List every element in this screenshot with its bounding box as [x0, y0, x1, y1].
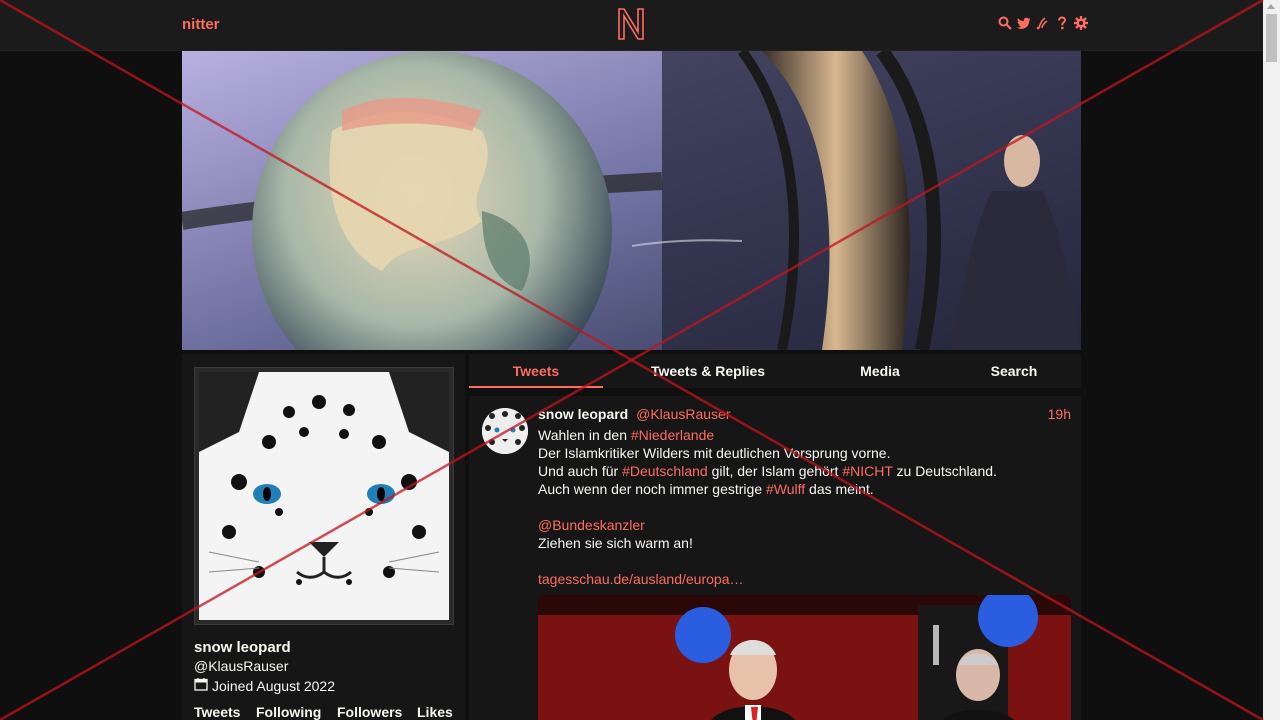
- tab-tweets-replies[interactable]: Tweets & Replies: [637, 354, 779, 388]
- profile-banner[interactable]: [182, 51, 1081, 350]
- tweet-avatar[interactable]: [482, 408, 528, 454]
- calendar-icon: [194, 677, 208, 694]
- brand-link[interactable]: nitter: [182, 16, 220, 33]
- nitter-logo[interactable]: [615, 6, 647, 42]
- stat-followers[interactable]: Followers: [337, 704, 417, 720]
- twitter-icon[interactable]: [1017, 16, 1031, 30]
- tweet-link[interactable]: tagesschau.de/ausland/europa…: [538, 571, 743, 587]
- tweet-link[interactable]: #Wulff: [766, 481, 805, 497]
- tweet-line: Auch wenn der noch immer gestrige #Wulff…: [538, 480, 1068, 498]
- tweet-text: Wahlen in den: [538, 427, 631, 443]
- stat-tweets[interactable]: Tweets: [194, 704, 256, 720]
- tweet-author-name[interactable]: snow leopard: [538, 406, 628, 422]
- search-icon[interactable]: [998, 16, 1012, 30]
- tweet-line: Der Islamkritiker Wilders mit deutlichen…: [538, 444, 1068, 462]
- tweet-link[interactable]: @Bundeskanzler: [538, 517, 645, 533]
- tweet-line: [538, 498, 1068, 516]
- tweet-link[interactable]: #Niederlande: [631, 427, 714, 443]
- tweet-card[interactable]: snow leopard @KlausRauser 19h Wahlen in …: [469, 396, 1081, 720]
- tweet-line: [538, 552, 1068, 570]
- rss-icon[interactable]: [1036, 16, 1050, 30]
- profile-handle[interactable]: @KlausRauser: [194, 658, 288, 674]
- tweet-media-image[interactable]: [538, 595, 1071, 720]
- scroll-up-arrow-icon[interactable]: [1267, 4, 1275, 9]
- profile-card: snow leopard @KlausRauser Joined August …: [182, 354, 465, 720]
- tweet-author-handle[interactable]: @KlausRauser: [636, 406, 730, 422]
- stat-following[interactable]: Following: [256, 704, 337, 720]
- snow-leopard-avatar-image: [199, 372, 449, 620]
- tweet-body: Wahlen in den #Niederlande Der Islamkriti…: [538, 426, 1068, 588]
- tab-tweets[interactable]: Tweets: [469, 354, 603, 388]
- tab-search[interactable]: Search: [971, 354, 1057, 388]
- nav-icons: [998, 16, 1088, 30]
- tweet-text: Und auch für: [538, 463, 623, 479]
- tweet-text: zu Deutschland.: [892, 463, 997, 479]
- navbar: nitter: [0, 0, 1263, 51]
- stat-likes[interactable]: Likes: [417, 704, 453, 720]
- tweet-link[interactable]: #NICHT: [842, 463, 892, 479]
- profile-name[interactable]: snow leopard: [194, 639, 291, 656]
- tweet-header: snow leopard @KlausRauser: [538, 406, 731, 422]
- tweet-timestamp[interactable]: 19h: [1048, 406, 1071, 422]
- timeline-tabs: Tweets Tweets & Replies Media Search: [469, 354, 1081, 388]
- help-icon[interactable]: [1055, 16, 1069, 30]
- tweet-line: tagesschau.de/ausland/europa…: [538, 570, 1068, 588]
- tweet-line: Wahlen in den #Niederlande: [538, 426, 1068, 444]
- profile-joined: Joined August 2022: [194, 677, 335, 694]
- tweet-link[interactable]: #Deutschland: [622, 463, 708, 479]
- tweet-text: das meint.: [805, 481, 874, 497]
- profile-stats: Tweets Following Followers Likes: [194, 704, 453, 720]
- tweet-line: Und auch für #Deutschland gilt, der Isla…: [538, 462, 1068, 480]
- page-scrollbar[interactable]: [1263, 0, 1280, 720]
- tweet-line: Ziehen sie sich warm an!: [538, 534, 1068, 552]
- scroll-thumb[interactable]: [1266, 14, 1277, 62]
- joined-text: Joined August 2022: [212, 677, 335, 694]
- tweet-line: @Bundeskanzler: [538, 516, 1068, 534]
- gear-icon[interactable]: [1074, 16, 1088, 30]
- tweet-text: Der Islamkritiker Wilders mit deutlichen…: [538, 445, 891, 461]
- tab-media[interactable]: Media: [837, 354, 923, 388]
- tweet-text: gilt, der Islam gehört: [707, 463, 843, 479]
- tweet-text: Ziehen sie sich warm an!: [538, 535, 693, 551]
- profile-avatar[interactable]: [194, 367, 454, 625]
- tweet-text: Auch wenn der noch immer gestrige: [538, 481, 766, 497]
